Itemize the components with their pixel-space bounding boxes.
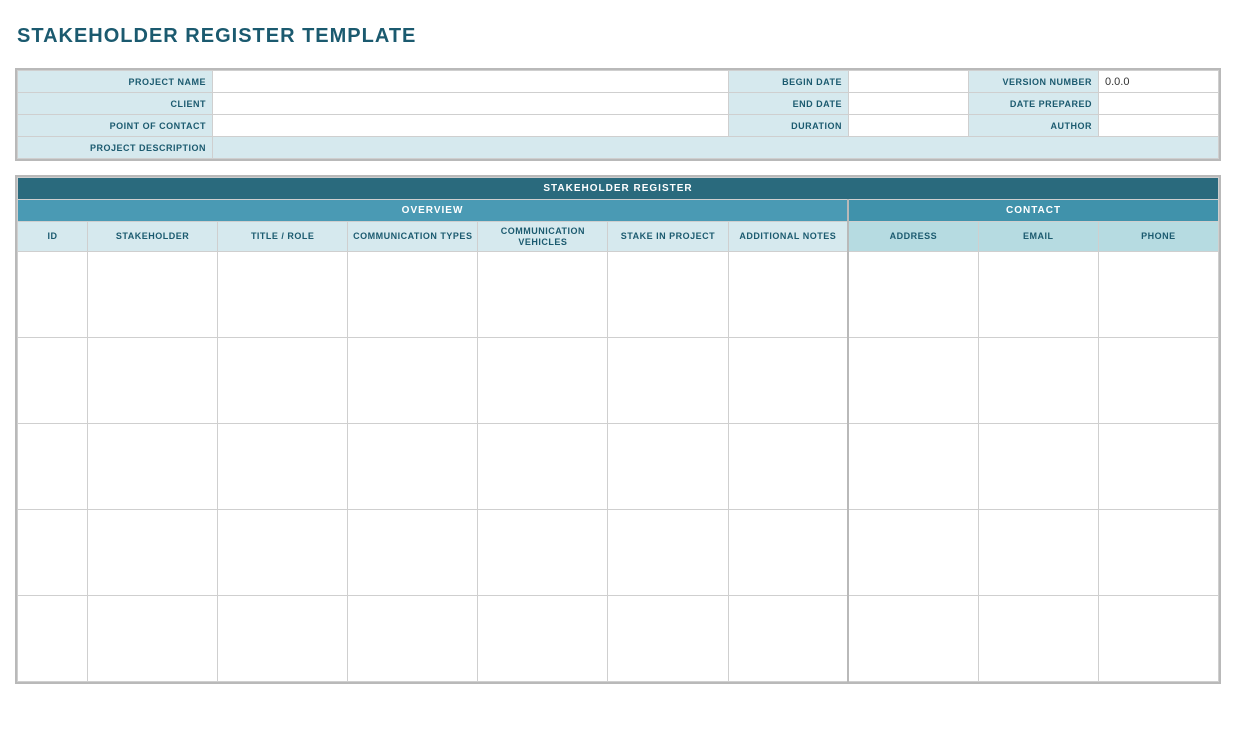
register-contact-header: CONTACT [848, 200, 1218, 222]
value-point-of-contact[interactable] [213, 115, 729, 137]
col-phone: PHONE [1098, 222, 1218, 252]
label-end-date: END DATE [729, 93, 849, 115]
value-end-date[interactable] [849, 93, 969, 115]
cell-title_role[interactable] [218, 338, 348, 424]
project-info-table: PROJECT NAME BEGIN DATE VERSION NUMBER 0… [17, 70, 1219, 159]
col-email: EMAIL [978, 222, 1098, 252]
cell-comm_vehicles[interactable] [478, 252, 608, 338]
cell-notes[interactable] [728, 338, 848, 424]
value-client[interactable] [213, 93, 729, 115]
cell-stakeholder[interactable] [88, 596, 218, 682]
value-project-name[interactable] [213, 71, 729, 93]
table-row [18, 424, 1219, 510]
cell-comm_vehicles[interactable] [478, 424, 608, 510]
cell-phone[interactable] [1098, 252, 1218, 338]
stakeholder-register-table: STAKEHOLDER REGISTER OVERVIEW CONTACT ID… [17, 177, 1219, 682]
table-row [18, 510, 1219, 596]
cell-id[interactable] [18, 510, 88, 596]
label-author: AUTHOR [969, 115, 1099, 137]
cell-comm_vehicles[interactable] [478, 596, 608, 682]
label-project-description: PROJECT DESCRIPTION [18, 137, 213, 159]
label-client: CLIENT [18, 93, 213, 115]
cell-stake[interactable] [608, 338, 728, 424]
label-begin-date: BEGIN DATE [729, 71, 849, 93]
cell-comm_types[interactable] [348, 510, 478, 596]
register-overview-header: OVERVIEW [18, 200, 849, 222]
cell-address[interactable] [848, 252, 978, 338]
cell-comm_types[interactable] [348, 596, 478, 682]
label-date-prepared: DATE PREPARED [969, 93, 1099, 115]
project-info-block: PROJECT NAME BEGIN DATE VERSION NUMBER 0… [15, 68, 1221, 161]
cell-email[interactable] [978, 596, 1098, 682]
value-version-number[interactable]: 0.0.0 [1099, 71, 1219, 93]
cell-phone[interactable] [1098, 596, 1218, 682]
cell-comm_vehicles[interactable] [478, 338, 608, 424]
cell-comm_types[interactable] [348, 424, 478, 510]
cell-comm_types[interactable] [348, 338, 478, 424]
cell-address[interactable] [848, 596, 978, 682]
cell-title_role[interactable] [218, 510, 348, 596]
cell-id[interactable] [18, 424, 88, 510]
table-row [18, 338, 1219, 424]
cell-id[interactable] [18, 596, 88, 682]
cell-stake[interactable] [608, 424, 728, 510]
table-row [18, 252, 1219, 338]
cell-stakeholder[interactable] [88, 510, 218, 596]
cell-stakeholder[interactable] [88, 424, 218, 510]
cell-address[interactable] [848, 338, 978, 424]
label-duration: DURATION [729, 115, 849, 137]
col-stake: STAKE IN PROJECT [608, 222, 728, 252]
label-point-of-contact: POINT OF CONTACT [18, 115, 213, 137]
label-version-number: VERSION NUMBER [969, 71, 1099, 93]
value-author[interactable] [1099, 115, 1219, 137]
cell-id[interactable] [18, 338, 88, 424]
col-title-role: TITLE / ROLE [218, 222, 348, 252]
cell-comm_vehicles[interactable] [478, 510, 608, 596]
value-begin-date[interactable] [849, 71, 969, 93]
col-notes: ADDITIONAL NOTES [728, 222, 848, 252]
col-id: ID [18, 222, 88, 252]
cell-comm_types[interactable] [348, 252, 478, 338]
register-main-header: STAKEHOLDER REGISTER [18, 178, 1219, 200]
cell-email[interactable] [978, 338, 1098, 424]
page-title: STAKEHOLDER REGISTER TEMPLATE [17, 25, 1221, 48]
cell-title_role[interactable] [218, 424, 348, 510]
col-stakeholder: STAKEHOLDER [88, 222, 218, 252]
cell-notes[interactable] [728, 596, 848, 682]
table-row [18, 596, 1219, 682]
value-date-prepared[interactable] [1099, 93, 1219, 115]
col-comm-types: COMMUNICATION TYPES [348, 222, 478, 252]
cell-address[interactable] [848, 424, 978, 510]
col-comm-vehicles: COMMUNICATION VEHICLES [478, 222, 608, 252]
cell-phone[interactable] [1098, 338, 1218, 424]
cell-stake[interactable] [608, 510, 728, 596]
cell-notes[interactable] [728, 252, 848, 338]
cell-title_role[interactable] [218, 596, 348, 682]
cell-stakeholder[interactable] [88, 252, 218, 338]
label-project-name: PROJECT NAME [18, 71, 213, 93]
cell-notes[interactable] [728, 510, 848, 596]
col-address: ADDRESS [848, 222, 978, 252]
cell-phone[interactable] [1098, 424, 1218, 510]
cell-notes[interactable] [728, 424, 848, 510]
cell-id[interactable] [18, 252, 88, 338]
value-duration[interactable] [849, 115, 969, 137]
cell-stake[interactable] [608, 596, 728, 682]
value-project-description[interactable] [213, 137, 1219, 159]
cell-email[interactable] [978, 252, 1098, 338]
cell-email[interactable] [978, 510, 1098, 596]
cell-address[interactable] [848, 510, 978, 596]
stakeholder-register-block: STAKEHOLDER REGISTER OVERVIEW CONTACT ID… [15, 175, 1221, 684]
cell-title_role[interactable] [218, 252, 348, 338]
cell-stakeholder[interactable] [88, 338, 218, 424]
cell-phone[interactable] [1098, 510, 1218, 596]
cell-email[interactable] [978, 424, 1098, 510]
cell-stake[interactable] [608, 252, 728, 338]
